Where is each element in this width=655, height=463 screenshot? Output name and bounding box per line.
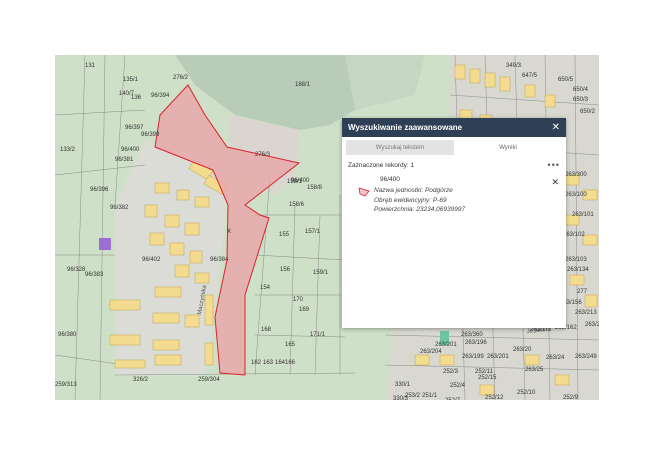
parcel-label: 170: [293, 297, 304, 303]
attr-area: Powierzchnia: 23234,06939997: [374, 206, 466, 213]
parcel-label: 158/6: [289, 202, 305, 208]
parcel-label: 263/199: [462, 354, 484, 360]
parcel-label: 168: [261, 327, 272, 333]
attr-registry-district: Obręb ewidencyjny: P-69: [374, 196, 447, 204]
panel-title: Wyszukiwanie zaawansowane: [348, 123, 463, 132]
parcel-label: 650/3: [573, 97, 589, 103]
parcel-label: 276/3: [255, 152, 271, 158]
parcel-label: 263/100: [565, 192, 587, 198]
parcel-label: 133/2: [60, 147, 76, 153]
parcel-label: 252/15: [478, 375, 497, 381]
parcel-label: 96/399: [141, 132, 160, 138]
parcel-label: 155: [279, 232, 290, 238]
parcel-label: 263/25: [525, 367, 544, 373]
parcel-label: 96/400: [291, 178, 310, 184]
parcel-label: 163: [263, 360, 274, 366]
parcel-label: 330/3: [393, 396, 409, 400]
parcel-label: 96/382: [110, 205, 129, 211]
parcel-label: 96/396: [90, 187, 109, 193]
records-count-label: Zaznaczone rekordy: 1: [348, 162, 415, 169]
parcel-label: 96/397: [125, 125, 144, 131]
parcel-label: 252/10: [517, 390, 536, 396]
parcel-label: 276/2: [173, 75, 189, 81]
parcel-label: 330/1: [395, 382, 411, 388]
parcel-label: 96/394: [151, 93, 170, 99]
parcel-label: 263/249: [575, 354, 597, 360]
parcel-label: 259/313: [55, 382, 77, 388]
advanced-search-panel: Wyszukiwanie zaawansowane ✕ Wyszukaj tek…: [342, 118, 566, 328]
parcel-label: 96/384: [210, 257, 229, 263]
parcel-label: 188/1: [295, 82, 311, 88]
parcel-label: 136: [131, 95, 142, 101]
parcel-label: 166: [285, 360, 296, 366]
parcel-label: 162: [251, 360, 262, 366]
tab-results[interactable]: Wyniki: [454, 140, 562, 155]
result-title: 96/400: [380, 176, 400, 183]
parcel-label: 171/1: [310, 332, 326, 338]
parcel-label: 263/213: [575, 310, 597, 316]
panel-header: Wyszukiwanie zaawansowane ✕: [342, 118, 566, 137]
parcel-label: 251/1: [422, 393, 438, 399]
parcel-label: 96/383: [85, 272, 104, 278]
parcel-label: 277: [577, 289, 588, 295]
parcel-label: 647/5: [522, 73, 538, 79]
parcel-label: 154: [260, 285, 271, 291]
selection-marker: X: [227, 229, 231, 235]
parcel-label: 252/4: [450, 383, 466, 389]
remove-result-icon[interactable]: ✕: [551, 177, 559, 188]
tab-search-text[interactable]: Wyszukaj tekstem: [346, 140, 454, 155]
parcel-label: 165: [285, 342, 296, 348]
parcel-label: 263/300: [565, 172, 587, 178]
parcel-label: 252/3: [443, 369, 459, 375]
parcel-label: 650/5: [558, 77, 574, 83]
parcel-label: 96/400: [121, 147, 140, 153]
parcel-label: 263/201: [487, 354, 509, 360]
attr-unit-name: Nazwa jednostki: Podgórze: [374, 187, 453, 194]
parcel-label: 131: [85, 63, 96, 69]
parcel-label: 263/24: [546, 355, 565, 361]
parcel-label: 263/196: [465, 340, 487, 346]
parcel-label: 96/380: [58, 332, 77, 338]
result-attributes: Nazwa jednostki: Podgórze Obręb ewidency…: [374, 186, 465, 215]
parcel-label: 158/8: [307, 185, 323, 191]
parcel-label: 650/4: [573, 87, 589, 93]
parcel-label: 259/304: [198, 377, 220, 383]
purple-plot: [99, 238, 111, 250]
parcel-label: 157/1: [305, 229, 321, 235]
parcel-label: 252/12: [485, 395, 504, 400]
parcel-label: 263/20: [513, 347, 532, 353]
parcel-label: 156: [280, 267, 291, 273]
polygon-feature-icon: [358, 187, 370, 197]
parcel-label: 263/217: [585, 322, 599, 328]
parcel-label: 96/328: [67, 267, 86, 273]
parcel-label: 263/103: [565, 257, 587, 263]
parcel-label: 263/101: [572, 212, 594, 218]
parcel-label: 169: [299, 307, 310, 313]
parcel-label: 252/7: [445, 398, 461, 400]
parcel-label: 263/204: [420, 349, 442, 355]
parcel-label: 263/134: [567, 267, 589, 273]
parcel-label: 263/102: [563, 232, 585, 238]
records-row: Zaznaczone rekordy: 1 •••: [348, 161, 560, 170]
parcel-label: 263/360: [461, 332, 483, 338]
parcel-label: 326/2: [133, 377, 149, 383]
parcel-label: 96/402: [142, 257, 161, 263]
parcel-label: 349/3: [506, 63, 522, 69]
panel-tabs: Wyszukaj tekstem Wyniki: [346, 140, 562, 155]
parcel-label: 252/9: [563, 395, 579, 400]
parcel-label: 96/381: [115, 157, 134, 163]
close-icon[interactable]: ✕: [552, 122, 560, 133]
parcel-label: 650/2: [580, 109, 596, 115]
parcel-label: 135/1: [123, 77, 139, 83]
parcel-label: 159/1: [313, 270, 329, 276]
more-options-icon[interactable]: •••: [548, 161, 560, 170]
parcel-label: 263/201: [435, 342, 457, 348]
parcel-label: 252/11: [475, 369, 494, 375]
